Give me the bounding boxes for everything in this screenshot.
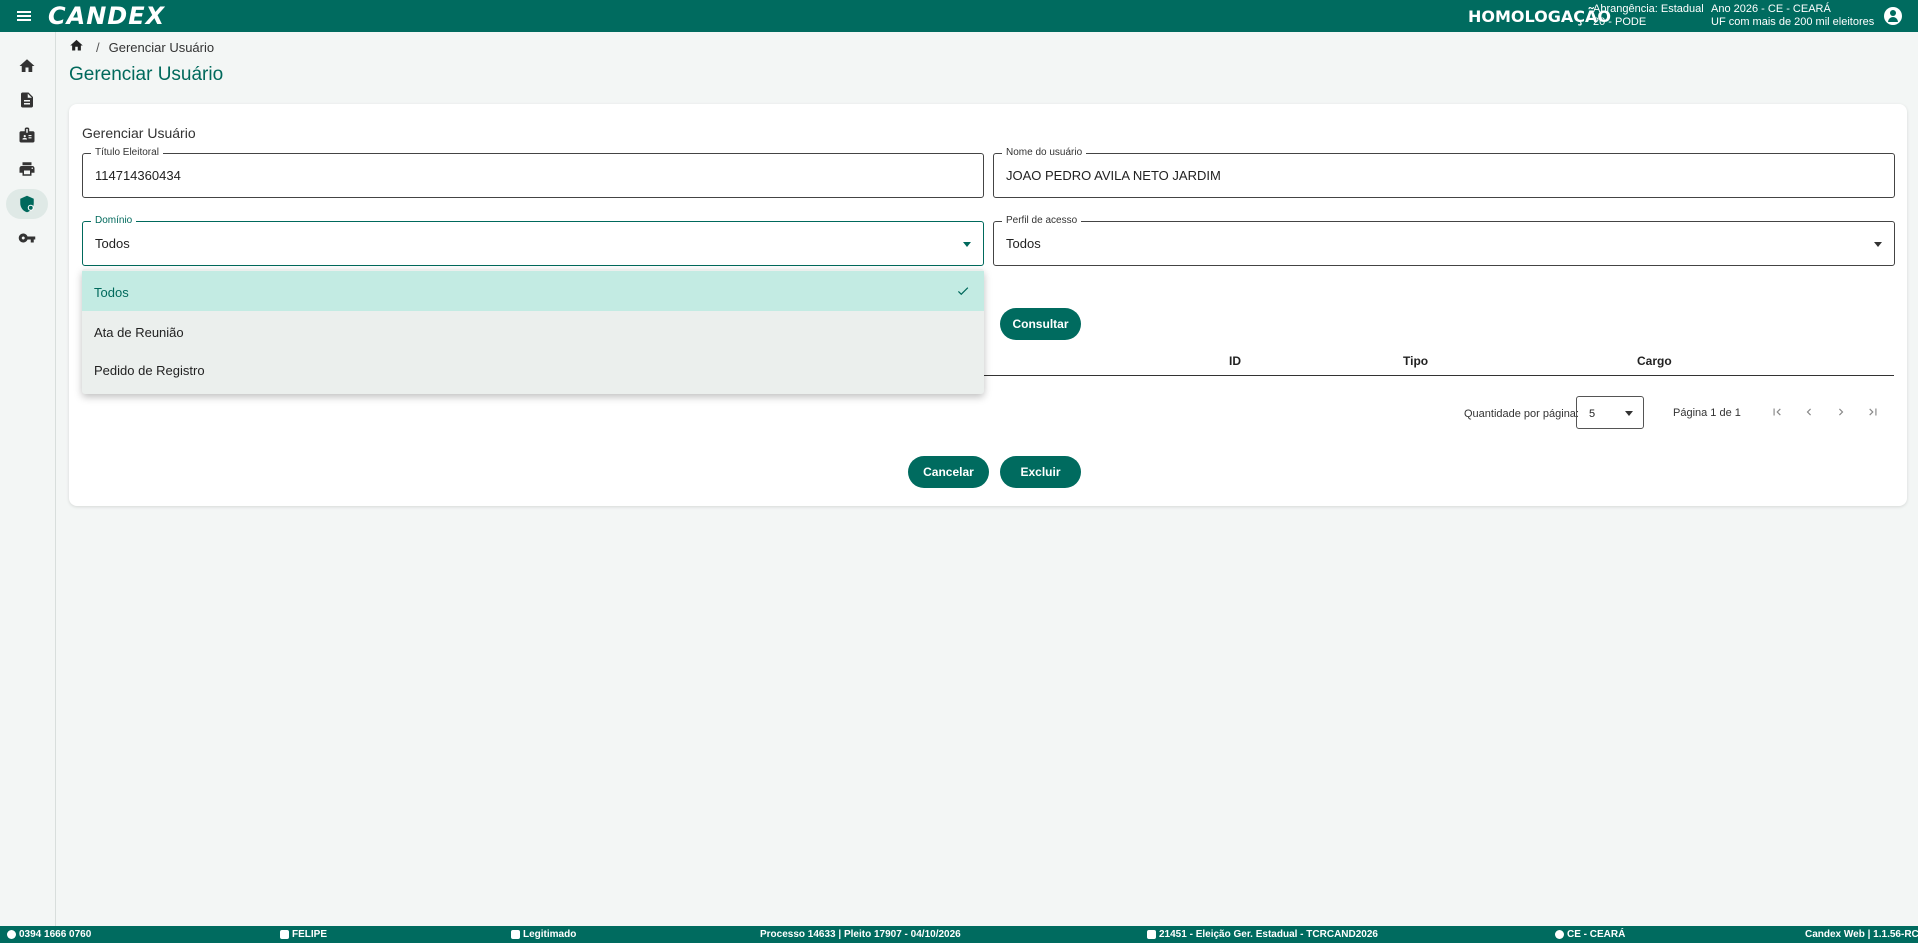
document-icon[interactable]: [6, 85, 48, 115]
sidebar: [0, 32, 56, 926]
page-size-label: Quantidade por página:: [1464, 408, 1579, 420]
footer-process: Processo 14633 | Pleito 17907 - 04/10/20…: [760, 929, 961, 940]
admin-shield-icon[interactable]: [6, 189, 48, 219]
menu-icon[interactable]: [0, 0, 48, 32]
cancel-button[interactable]: Cancelar: [908, 456, 989, 488]
column-header-tipo[interactable]: Tipo: [1403, 354, 1428, 368]
badge-icon[interactable]: [6, 120, 48, 150]
dominio-dropdown-panel: Todos Ata de Reunião Pedido de Registro: [82, 269, 984, 394]
footer-phone: 0394 1666 0760: [7, 929, 91, 940]
flag-icon: [1147, 930, 1156, 939]
footer-user: FELIPE: [280, 929, 327, 940]
user-card-icon: [280, 930, 289, 939]
next-page-icon[interactable]: [1831, 402, 1851, 422]
previous-page-icon[interactable]: [1799, 402, 1819, 422]
page-size-select[interactable]: 5: [1576, 396, 1644, 429]
chevron-down-icon: [1874, 242, 1882, 247]
globe-icon: [7, 930, 16, 939]
home-icon[interactable]: [6, 51, 48, 81]
column-header-cargo[interactable]: Cargo: [1637, 354, 1672, 368]
perfil-acesso-select[interactable]: Perfil de acesso Todos: [993, 215, 1895, 266]
titulo-eleitoral-field[interactable]: Título Eleitoral 114714360434: [82, 147, 984, 198]
consultar-button[interactable]: Consultar: [1000, 308, 1081, 340]
section-title: Gerenciar Usuário: [82, 125, 196, 141]
check-icon: [956, 284, 970, 298]
app-logo[interactable]: CANDEX: [48, 2, 165, 30]
account-icon[interactable]: [1884, 7, 1902, 25]
chevron-down-icon: [963, 242, 971, 247]
footer-election: 21451 - Eleição Ger. Estadual - TCRCAND2…: [1147, 929, 1378, 940]
footer-status: Legitimado: [511, 929, 576, 940]
environment-label: HOMOLOGAÇÃO: [1468, 7, 1611, 26]
delete-button[interactable]: Excluir: [1000, 456, 1081, 488]
print-icon[interactable]: [6, 154, 48, 184]
briefcase-icon: [511, 930, 520, 939]
dropdown-option[interactable]: Todos: [82, 271, 984, 311]
scope-info: Abrangência: Estadual 20 - PODE: [1593, 3, 1704, 28]
top-app-bar: CANDEX HOMOLOGAÇÃO Abrangência: Estadual…: [0, 0, 1918, 32]
page-title: Gerenciar Usuário: [69, 64, 224, 85]
breadcrumb: / Gerenciar Usuário: [69, 38, 214, 56]
page-info: Página 1 de 1: [1673, 407, 1741, 419]
footer-uf: CE - CEARÁ: [1555, 929, 1625, 940]
status-footer: 0394 1666 0760 FELIPE Legitimado Process…: [0, 926, 1918, 943]
dominio-select[interactable]: Domínio Todos: [82, 215, 984, 266]
chevron-down-icon: [1625, 411, 1633, 416]
column-header-id[interactable]: ID: [1229, 354, 1241, 368]
footer-version: Candex Web | 1.1.56-RC: [1805, 929, 1918, 940]
breadcrumb-current: Gerenciar Usuário: [108, 39, 215, 55]
year-info: Ano 2026 - CE - CEARÁ UF com mais de 200…: [1711, 3, 1875, 28]
home-icon[interactable]: [69, 38, 84, 56]
key-icon[interactable]: [6, 223, 48, 253]
first-page-icon[interactable]: [1767, 402, 1787, 422]
dropdown-option[interactable]: Pedido de Registro: [82, 349, 984, 389]
last-page-icon[interactable]: [1863, 402, 1883, 422]
dropdown-option[interactable]: Ata de Reunião: [82, 311, 984, 351]
nome-usuario-field[interactable]: Nome do usuário JOAO PEDRO AVILA NETO JA…: [993, 147, 1895, 198]
globe-icon: [1555, 930, 1564, 939]
